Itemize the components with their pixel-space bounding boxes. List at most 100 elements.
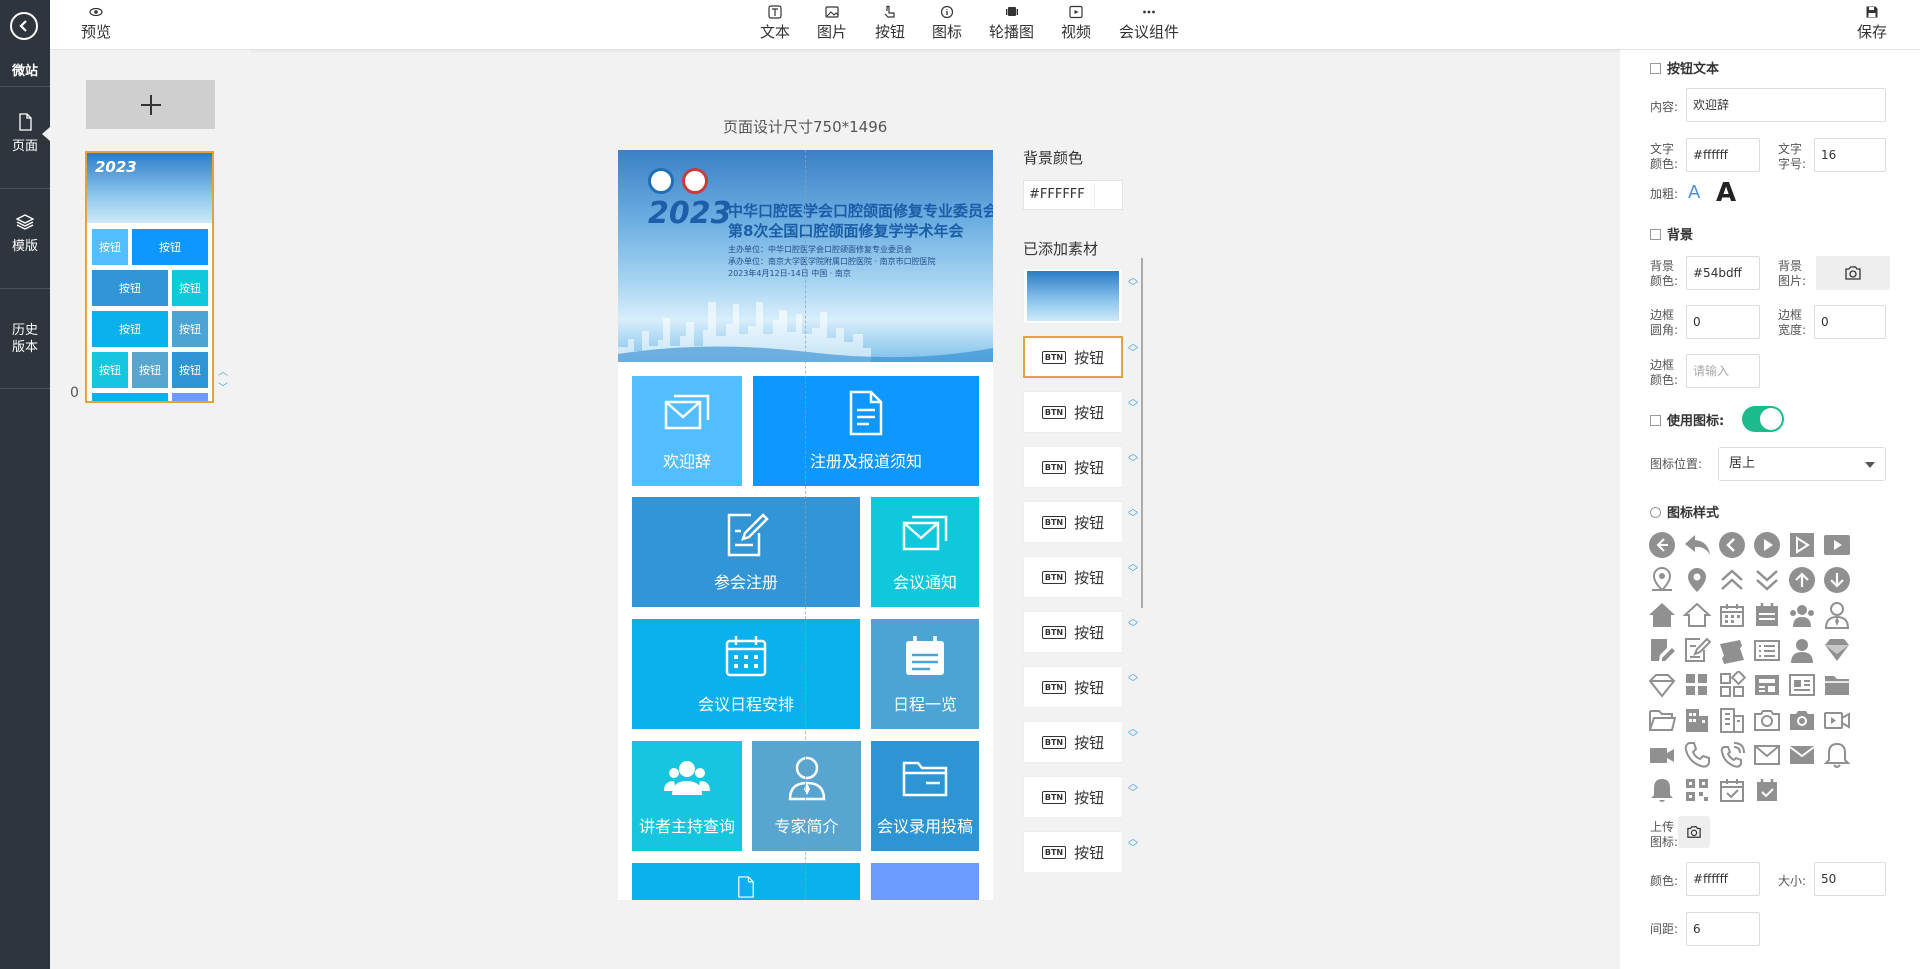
building-outline-icon[interactable] [1718, 706, 1746, 734]
calendar-check-outline-icon[interactable] [1718, 776, 1746, 804]
border-color-input[interactable]: 请输入 [1686, 354, 1760, 388]
asset-move-icon[interactable]: ︿ ﹀ [1128, 615, 1138, 634]
bell-outline-icon[interactable] [1823, 741, 1851, 769]
map-pin-outline-icon[interactable] [1648, 566, 1676, 594]
use-icon-toggle[interactable] [1742, 406, 1784, 432]
ticket-icon[interactable] [1718, 636, 1746, 664]
grid-icon[interactable] [1683, 671, 1711, 699]
tool-icon-button[interactable]: 图标 [932, 5, 962, 42]
building-icon[interactable] [1683, 706, 1711, 734]
bg-color-input[interactable]: #54bdff [1686, 256, 1760, 290]
tile-partial[interactable] [871, 863, 979, 900]
asset-button[interactable]: BTN 按钮 [1023, 501, 1123, 543]
diamond-outline-icon[interactable] [1648, 671, 1676, 699]
asset-move-icon[interactable]: ︿ ﹀ [1128, 835, 1138, 854]
group-icon[interactable] [1788, 601, 1816, 629]
tool-image-button[interactable]: 图片 [817, 5, 847, 42]
folder-open-icon[interactable] [1648, 706, 1676, 734]
arrow-up-circle-icon[interactable] [1788, 566, 1816, 594]
qr-code-icon[interactable] [1683, 776, 1711, 804]
asset-move-icon[interactable]: ︿ ﹀ [1128, 725, 1138, 744]
asset-button[interactable]: BTN 按钮 [1023, 556, 1123, 598]
arrow-down-circle-icon[interactable] [1823, 566, 1851, 594]
tool-video-button[interactable]: 视频 [1061, 5, 1091, 42]
asset-button[interactable]: BTN 按钮 [1023, 776, 1123, 818]
asset-move-icon[interactable]: ︿ ﹀ [1128, 670, 1138, 689]
nav-item-templates[interactable]: 模版 [0, 212, 50, 255]
border-width-input[interactable]: 0 [1814, 305, 1886, 339]
move-up-icon[interactable]: ︿ [218, 368, 228, 378]
tool-carousel-button[interactable]: 轮播图 [989, 5, 1034, 42]
tile-registration-notice[interactable]: 注册及报道须知 [753, 376, 979, 486]
calendar-outline-icon[interactable] [1718, 601, 1746, 629]
color-swatch[interactable] [1094, 183, 1120, 207]
home-outline-icon[interactable] [1683, 601, 1711, 629]
user-icon[interactable] [1788, 636, 1816, 664]
user-tie-icon[interactable] [1823, 601, 1851, 629]
asset-move-icon[interactable]: ︿ ﹀ [1128, 340, 1138, 359]
folder-icon[interactable] [1823, 671, 1851, 699]
calendar-icon[interactable] [1753, 601, 1781, 629]
profile-card-icon[interactable] [1788, 671, 1816, 699]
move-down-icon[interactable]: ﹀ [218, 384, 228, 394]
phone-outline-icon[interactable] [1683, 741, 1711, 769]
tool-meeting-components-button[interactable]: 会议组件 [1119, 5, 1179, 42]
calendar-check-icon[interactable] [1753, 776, 1781, 804]
page-thumbnail[interactable]: 2023 按钮 按钮 按钮 按钮 按钮 按钮 按钮 按钮 按钮 [85, 151, 214, 403]
apps-outline-icon[interactable] [1718, 671, 1746, 699]
asset-button[interactable]: BTN 按钮 [1023, 391, 1123, 433]
asset-button[interactable]: BTN 按钮 [1023, 831, 1123, 872]
play-circle-icon[interactable] [1753, 531, 1781, 559]
edit-note-icon[interactable] [1648, 636, 1676, 664]
double-chevron-down-icon[interactable] [1753, 566, 1781, 594]
asset-button[interactable]: BTN 按钮 [1023, 666, 1123, 708]
camera-icon[interactable] [1788, 706, 1816, 734]
double-chevron-up-icon[interactable] [1718, 566, 1746, 594]
spacing-input[interactable]: 6 [1686, 912, 1760, 946]
bold-weight-toggle[interactable]: A [1716, 178, 1736, 208]
asset-move-icon[interactable]: ︿ ﹀ [1128, 780, 1138, 799]
tile-expert-intro[interactable]: 专家简介 [752, 741, 861, 851]
asset-banner-image[interactable] [1023, 268, 1123, 324]
tile-schedule-overview[interactable]: 日程一览 [871, 619, 979, 729]
mail-icon[interactable] [1788, 741, 1816, 769]
asset-move-icon[interactable]: ︿ ﹀ [1128, 450, 1138, 469]
asset-button[interactable]: BTN 按钮 [1023, 721, 1123, 763]
back-icon[interactable] [10, 12, 38, 40]
chevron-left-circle-icon[interactable] [1718, 531, 1746, 559]
icon-position-select[interactable]: 居上 [1718, 447, 1886, 481]
save-button[interactable]: 保存 [1857, 5, 1887, 42]
bg-image-upload-button[interactable] [1816, 256, 1890, 290]
asset-move-icon[interactable]: ︿ ﹀ [1128, 560, 1138, 579]
diamond-icon[interactable] [1823, 636, 1851, 664]
asset-button[interactable]: BTN 按钮 [1023, 611, 1123, 653]
play-square-outline-icon[interactable] [1788, 531, 1816, 559]
list-card-icon[interactable] [1753, 636, 1781, 664]
tool-button-button[interactable]: 按钮 [875, 5, 905, 42]
asset-move-icon[interactable]: ︿ ﹀ [1128, 505, 1138, 524]
video-camera-outline-icon[interactable] [1823, 706, 1851, 734]
phone-call-icon[interactable] [1718, 741, 1746, 769]
asset-move-icon[interactable]: ︿ ﹀ [1128, 274, 1138, 293]
play-square-icon[interactable] [1823, 531, 1851, 559]
upload-icon-button[interactable] [1678, 816, 1710, 848]
reply-icon[interactable] [1683, 531, 1711, 559]
asset-button[interactable]: BTN 按钮 [1023, 446, 1123, 488]
add-page-button[interactable] [86, 80, 215, 129]
icon-size-input[interactable]: 50 [1814, 862, 1886, 896]
background-color-picker[interactable]: #FFFFFF [1023, 180, 1123, 210]
asset-button[interactable]: BTN 按钮 [1023, 336, 1123, 378]
tile-speaker-search[interactable]: 讲者主持查询 [632, 741, 742, 851]
map-pin-icon[interactable] [1683, 566, 1711, 594]
tile-paper-submission[interactable]: 会议录用投稿 [871, 741, 979, 851]
nav-item-history[interactable]: 历史版本 [0, 322, 50, 356]
mail-outline-icon[interactable] [1753, 741, 1781, 769]
newspaper-icon[interactable] [1753, 671, 1781, 699]
border-radius-input[interactable]: 0 [1686, 305, 1760, 339]
icon-color-input[interactable]: #ffffff [1686, 862, 1760, 896]
text-color-input[interactable]: #ffffff [1686, 138, 1760, 172]
arrow-left-circle-icon[interactable] [1648, 531, 1676, 559]
camera-outline-icon[interactable] [1753, 706, 1781, 734]
content-input[interactable]: 欢迎辞 [1686, 88, 1886, 122]
tile-welcome[interactable]: 欢迎辞 [632, 376, 742, 486]
